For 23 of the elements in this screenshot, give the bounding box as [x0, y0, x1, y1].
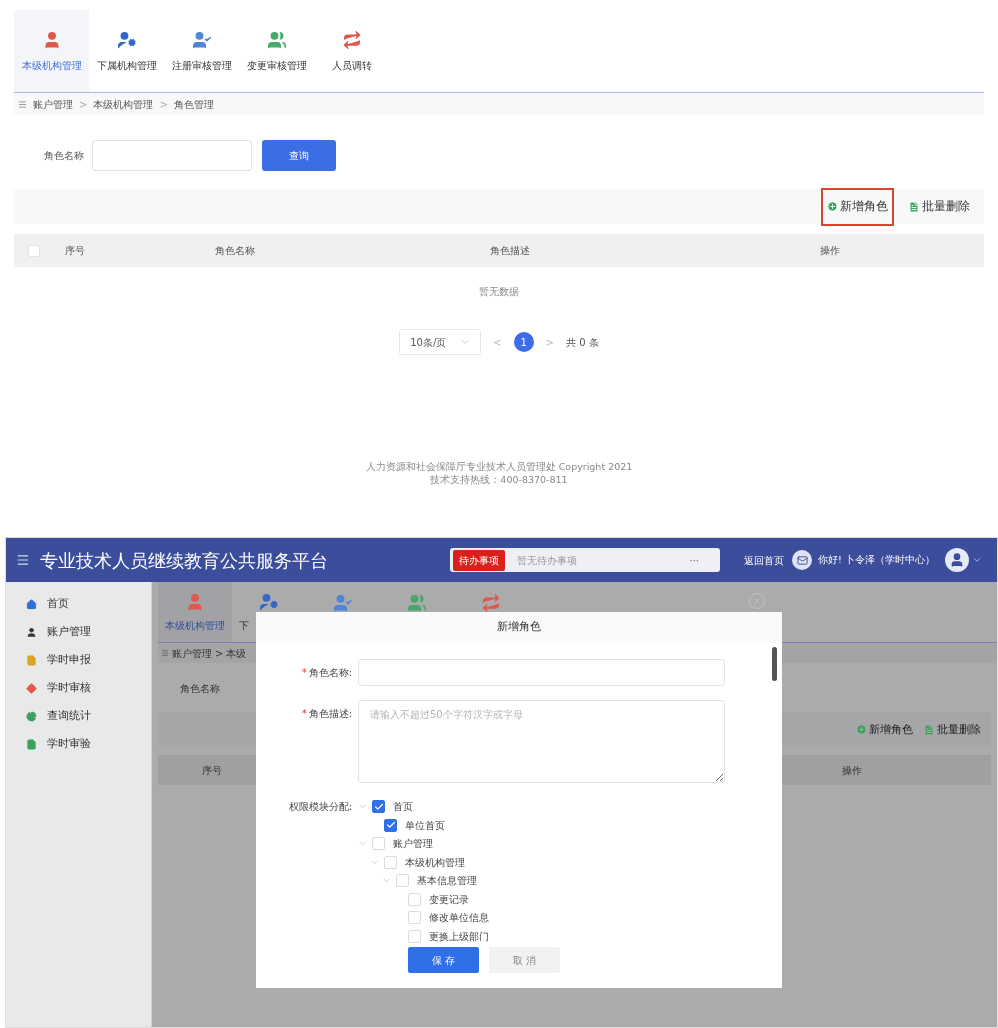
breadcrumb-separator: > — [79, 97, 88, 112]
field-label: 权限模块分配: — [288, 800, 352, 815]
total-count: 共 0 条 — [566, 335, 599, 350]
breadcrumb-separator: > — [159, 97, 168, 112]
required-mark: * — [301, 707, 307, 722]
column-header: 操作 — [820, 244, 840, 258]
greeting-text: 你好! 卜令泽（学时中心） — [818, 552, 935, 567]
field-label: 角色名称: — [308, 666, 352, 681]
column-header: 序号 — [202, 763, 222, 778]
field-label: 角色名称 — [180, 682, 220, 696]
column-header: 操作 — [842, 763, 862, 778]
column-header: 角色名称 — [215, 244, 256, 258]
app-title: 专业技术人员继续教育公共服务平台 — [40, 548, 329, 573]
footer-text: 技术支持热线：400-8370-811 — [430, 473, 568, 486]
empty-text: 暂无数据 — [479, 285, 519, 299]
required-mark: * — [301, 666, 307, 681]
field-label: 角色描述: — [308, 707, 352, 722]
field-label: 角色名称 — [44, 148, 85, 163]
column-header: 序号 — [65, 244, 86, 258]
todo-text: 暂无待办事项 — [517, 553, 578, 568]
dialog-title: 新增角色 — [497, 619, 541, 636]
footer-text: 人力资源和社会保障厅专业技术人员管理处 Copyright 2021 — [365, 460, 633, 473]
column-header: 角色描述 — [490, 244, 531, 258]
